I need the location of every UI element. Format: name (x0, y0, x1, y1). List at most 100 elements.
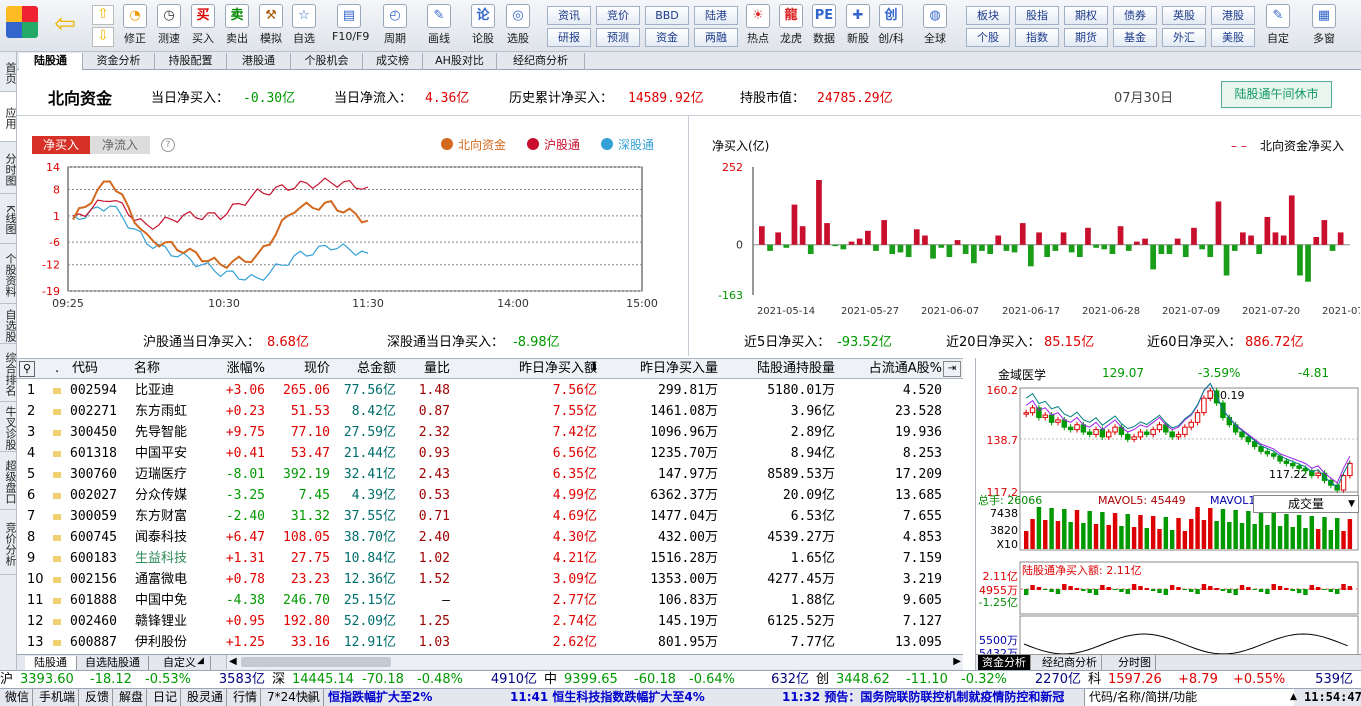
toolbar-link[interactable]: 竞价 (596, 6, 640, 25)
status-item[interactable]: 反馈 (82, 689, 114, 706)
bottom-tab[interactable]: 自选陆股通 (77, 656, 149, 670)
up-arrow-icon[interactable]: ⇧ (92, 5, 114, 25)
toolbar-link[interactable]: 两融 (694, 28, 738, 47)
market-link[interactable]: 基金 (1113, 28, 1157, 47)
toolbar-gear-edit-button[interactable]: ◔ 修正 (118, 2, 152, 50)
tab-3[interactable]: 港股通 (227, 53, 291, 70)
index-name[interactable]: 创 (816, 671, 829, 689)
market-link[interactable]: 英股 (1162, 6, 1206, 25)
sidebar-item[interactable]: 首页 (0, 52, 17, 92)
sidebar-item[interactable]: 个股资料 (0, 244, 17, 304)
table-row[interactable]: 8 600745 闻泰科技 +6.47 108.05 38.70亿 2.40 4.30亿 432… (17, 527, 963, 548)
status-item[interactable]: 解盘 (116, 689, 148, 706)
toolbar-pe-button[interactable]: PE 数据 (807, 2, 841, 50)
toolbar-fire-button[interactable]: ☀ 热点 (741, 2, 775, 50)
sidebar-item[interactable]: 综合排名 (0, 344, 17, 402)
toolbar-sell-button[interactable]: 卖卖出 (220, 2, 254, 50)
status-item[interactable]: 微信 (2, 689, 34, 706)
toolbar-star-button[interactable]: ☆ 自选 (287, 2, 321, 50)
index-name[interactable]: 中 (544, 671, 557, 689)
mini-tab[interactable]: 资金分析 (978, 655, 1031, 670)
horizontal-scrollbar[interactable]: ◀ ▶ (226, 655, 963, 669)
market-link[interactable]: 美股 (1211, 28, 1255, 47)
toolbar-period-button[interactable]: ◴ 周期 (378, 2, 412, 50)
tab-7[interactable]: 经纪商分析 (497, 53, 585, 70)
tab-4[interactable]: 个股机会 (291, 53, 363, 70)
table-row[interactable]: 5 300760 迈瑞医疗 -8.01 392.19 32.41亿 2.43 6.35亿 147… (17, 464, 963, 485)
toolbar-select-stock-button[interactable]: ◎ 选股 (501, 2, 535, 50)
column-header[interactable]: 昨日净买入量 (640, 359, 718, 379)
column-header[interactable]: 陆股通持股量 (757, 359, 835, 379)
market-link[interactable]: 板块 (966, 6, 1010, 25)
column-header[interactable]: 名称 (134, 359, 160, 379)
column-header[interactable]: 总金额 (357, 359, 396, 379)
toolbar-hammer-button[interactable]: ⚒ 模拟 (254, 2, 288, 50)
table-row[interactable]: 1 002594 比亚迪 +3.06 265.06 77.56亿 1.48 7.56亿 299.… (17, 380, 963, 401)
tab-1[interactable]: 资金分析 (83, 53, 155, 70)
column-header[interactable]: . (55, 359, 59, 379)
toolbar-globe-button[interactable]: ◍ 全球 (918, 2, 952, 50)
toolbar-link[interactable]: 研报 (547, 28, 591, 47)
status-item[interactable]: 行情 (230, 689, 262, 706)
toolbar-discuss-button[interactable]: 论论股 (466, 2, 500, 50)
scroll-left-icon[interactable]: ◀ (229, 655, 237, 669)
market-link[interactable]: 外汇 (1162, 28, 1206, 47)
toolbar-link[interactable]: BBD (645, 6, 689, 25)
table-search-icon[interactable]: ⚲ (19, 361, 35, 377)
index-name[interactable]: 深 (272, 671, 285, 689)
column-header[interactable]: 量比 (424, 359, 450, 379)
app-logo-icon[interactable] (6, 6, 38, 38)
column-header[interactable]: 涨幅% (227, 359, 265, 379)
table-row[interactable]: 2 002271 东方雨虹 +0.23 51.53 8.42亿 0.87 7.55亿 1461.… (17, 401, 963, 422)
news-ticker[interactable]: 11:32 预告：国务院联防联控机制就疫情防控和新冠 (782, 689, 1064, 706)
market-link[interactable]: 债券 (1113, 6, 1157, 25)
toolbar-f10-button[interactable]: ▤ F10/F9 (332, 2, 369, 50)
market-link[interactable]: 期权 (1064, 6, 1108, 25)
toolbar-link[interactable]: 资讯 (547, 6, 591, 25)
sidebar-item[interactable]: 自选股 (0, 304, 17, 344)
news-ticker[interactable]: 恒指跌幅扩大至2% (328, 689, 432, 706)
market-status-button[interactable]: 陆股通午间休市 (1221, 81, 1332, 108)
status-item[interactable]: 手机端 (36, 689, 80, 706)
table-row[interactable]: 9 600183 生益科技 +1.31 27.75 10.84亿 1.02 4.21亿 1516… (17, 548, 963, 569)
toolbar-chuang-button[interactable]: 创创/科 (874, 2, 908, 50)
scroll-thumb[interactable] (241, 657, 391, 667)
table-row[interactable]: 6 002027 分众传媒 -3.25 7.45 4.39亿 0.53 4.99亿 6362.3… (17, 485, 963, 506)
search-input[interactable]: 代码/名称/简拼/功能 (1084, 689, 1294, 706)
table-row[interactable]: 10 002156 通富微电 +0.78 23.23 12.36亿 1.52 3.09亿 135… (17, 569, 963, 590)
sidebar-item[interactable]: 分时图 (0, 142, 17, 194)
toolbar-multi-window-button[interactable]: ▦ 多窗 (1307, 2, 1341, 50)
tab-0[interactable]: 陆股通 (19, 53, 83, 70)
bottom-tab[interactable]: 陆股通 (25, 656, 77, 670)
index-name[interactable]: 沪 (0, 671, 13, 689)
tab-6[interactable]: AH股对比 (423, 53, 497, 70)
market-link[interactable]: 个股 (966, 28, 1010, 47)
table-row[interactable]: 13 600887 伊利股份 +1.25 33.16 12.91亿 1.03 2.62亿 801… (17, 632, 963, 653)
toolbar-pen-button[interactable]: ✎ 画线 (422, 2, 456, 50)
market-link[interactable]: 指数 (1015, 28, 1059, 47)
net-inflow-toggle[interactable]: 净流入 (90, 136, 150, 154)
status-item[interactable]: 股灵通 (184, 689, 228, 706)
mini-tab[interactable]: 经纪商分析 (1038, 655, 1102, 670)
tab-5[interactable]: 成交榜 (363, 53, 423, 70)
sidebar-item[interactable]: 牛叉诊股 (0, 402, 17, 452)
robot-icon[interactable]: ◉ (306, 689, 316, 706)
toolbar-buy-button[interactable]: 买买入 (186, 2, 220, 50)
toolbar-link[interactable]: 陆港 (694, 6, 738, 25)
mini-tab[interactable]: 分时图 (1114, 655, 1156, 670)
status-item[interactable]: 日记 (150, 689, 182, 706)
sidebar-item[interactable]: 超级盘口 (0, 452, 17, 510)
tab-dropdown-icon[interactable]: ◢ (197, 656, 204, 666)
toolbar-link[interactable]: 预测 (596, 28, 640, 47)
net-buy-toggle[interactable]: 净买入 (32, 136, 90, 154)
toolbar-dragon-button[interactable]: 龍龙虎 (774, 2, 808, 50)
market-link[interactable]: 期货 (1064, 28, 1108, 47)
table-row[interactable]: 12 002460 赣锋锂业 +0.95 192.80 52.09亿 1.25 2.74亿 14… (17, 611, 963, 632)
sidebar-item[interactable]: K线图 (0, 194, 17, 244)
toolbar-custom-button[interactable]: ✎ 自定 (1261, 2, 1295, 50)
sidebar-item[interactable]: 应用 (0, 92, 17, 142)
market-link[interactable]: 港股 (1211, 6, 1255, 25)
column-header[interactable]: 现价 (304, 359, 330, 379)
news-ticker[interactable]: 11:41 恒生科技指数跌幅扩大至4% (510, 689, 705, 706)
toolbar-new-stock-button[interactable]: ✚ 新股 (841, 2, 875, 50)
